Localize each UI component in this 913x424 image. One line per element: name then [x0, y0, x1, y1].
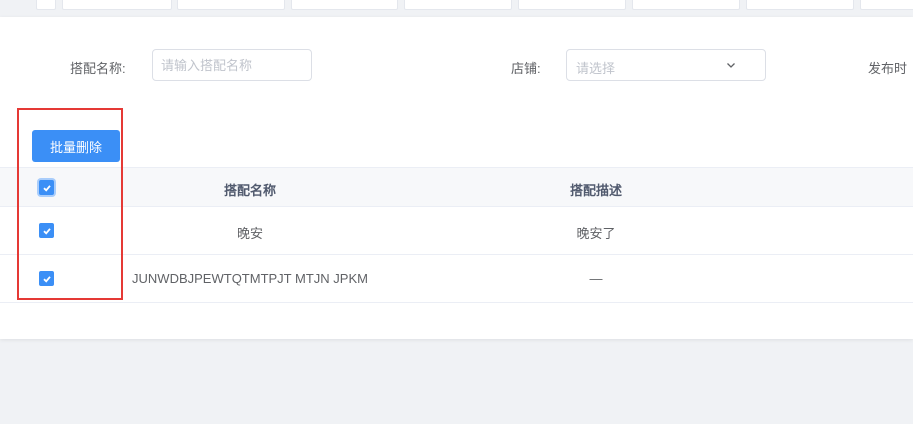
table-row: 晚安 晚安了 — [0, 207, 913, 255]
shop-select-placeholder: 请选择 — [576, 61, 616, 76]
tab-item[interactable] — [62, 0, 172, 10]
tab-item[interactable] — [746, 0, 854, 10]
table-header: 搭配名称 搭配描述 — [0, 167, 913, 207]
select-all-checkbox[interactable] — [39, 180, 54, 195]
row-description-cell: 晚安了 — [576, 226, 616, 241]
row-checkbox[interactable] — [39, 271, 54, 286]
check-icon — [43, 276, 51, 283]
chevron-down-icon — [727, 63, 735, 68]
tab-item[interactable] — [860, 0, 913, 10]
tab-item[interactable] — [36, 0, 56, 10]
publish-time-label: 发布时 — [868, 61, 908, 76]
name-search-input[interactable] — [152, 49, 312, 81]
shop-filter-label: 店铺: — [511, 61, 541, 76]
shop-select[interactable]: 请选择 — [566, 49, 766, 81]
tab-item[interactable] — [291, 0, 398, 10]
batch-delete-button[interactable]: 批量删除 — [32, 130, 120, 162]
table-row: JUNWDBJPEWTQTMTPJT MTJN JPKM — — [0, 255, 913, 303]
tab-item[interactable] — [404, 0, 512, 10]
row-description-cell: — — [589, 271, 603, 286]
tab-item[interactable] — [177, 0, 285, 10]
tab-item[interactable] — [518, 0, 626, 10]
column-header-name: 搭配名称 — [223, 183, 276, 198]
name-filter-label: 搭配名称: — [70, 61, 126, 76]
row-name-cell: 晚安 — [236, 226, 263, 241]
content-card: 搭配名称: 店铺: 请选择 发布时 批量删除 搭配名称 搭配描述 晚安 晚安了 — [0, 17, 913, 339]
tab-item[interactable] — [632, 0, 740, 10]
row-checkbox[interactable] — [39, 223, 54, 238]
check-icon — [43, 228, 51, 235]
column-header-description: 搭配描述 — [569, 183, 622, 198]
check-icon — [43, 185, 51, 192]
row-name-cell: JUNWDBJPEWTQTMTPJT MTJN JPKM — [132, 271, 368, 286]
tab-strip — [0, 0, 913, 12]
